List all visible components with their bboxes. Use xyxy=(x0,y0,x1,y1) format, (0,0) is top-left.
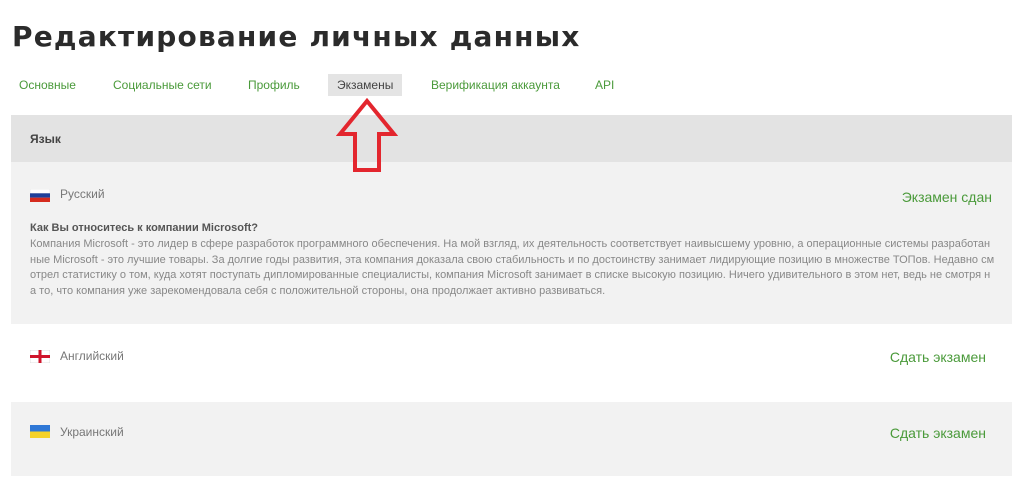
language-card-ukrainian: Украинский Сдать экзамен xyxy=(11,402,1012,476)
language-card-russian: Русский Экзамен сдан Как Вы относитесь к… xyxy=(11,162,1012,324)
ukraine-flag-icon xyxy=(30,425,50,438)
page-title: Редактирование личных данных xyxy=(12,20,581,53)
language-card-english: Английский Сдать экзамен xyxy=(11,326,1012,400)
russia-flag-icon xyxy=(30,189,50,202)
exam-passed-status[interactable]: Экзамен сдан xyxy=(902,189,992,205)
tab-api[interactable]: API xyxy=(595,74,614,96)
language-name-ukrainian: Украинский xyxy=(60,425,124,439)
take-exam-button-english[interactable]: Сдать экзамен xyxy=(890,349,986,365)
take-exam-button-ukrainian[interactable]: Сдать экзамен xyxy=(890,425,986,441)
tab-social-networks[interactable]: Социальные сети xyxy=(113,74,212,96)
languages-header-label: Язык xyxy=(30,132,61,146)
red-arrow-up-icon xyxy=(336,98,398,172)
tab-profile[interactable]: Профиль xyxy=(248,74,300,96)
tab-bar: Основные Социальные сети Профиль Экзамен… xyxy=(0,74,1024,96)
language-name-russian: Русский xyxy=(60,187,105,201)
tab-exams[interactable]: Экзамены xyxy=(328,74,403,96)
languages-header: Язык xyxy=(11,115,1012,162)
tab-basic[interactable]: Основные xyxy=(19,74,76,96)
exam-question: Как Вы относитесь к компании Microsoft? xyxy=(30,222,258,234)
language-name-english: Английский xyxy=(60,349,124,363)
tab-account-verification[interactable]: Верификация аккаунта xyxy=(431,74,560,96)
exam-answer: Компания Microsoft - это лидер в сфере р… xyxy=(30,238,995,297)
england-flag-icon xyxy=(30,350,50,363)
